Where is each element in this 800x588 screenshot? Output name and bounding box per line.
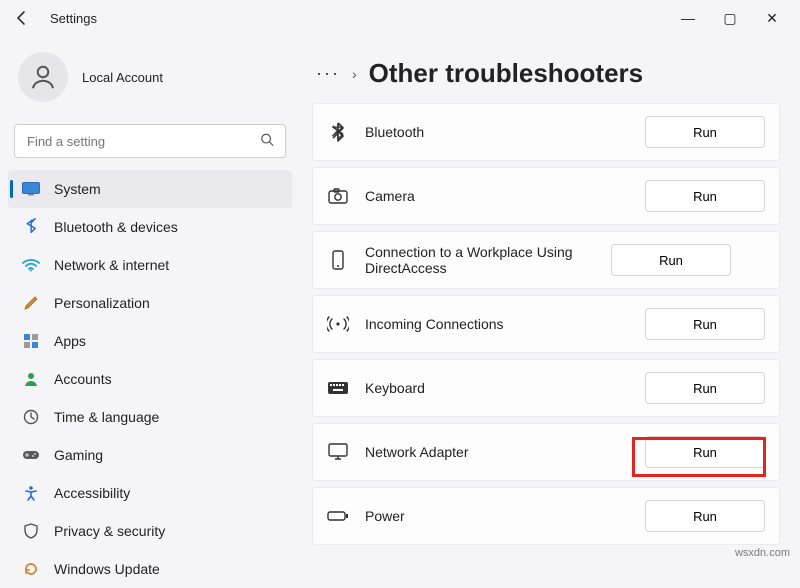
minimize-button[interactable]: — — [678, 10, 698, 27]
run-button[interactable]: Run — [645, 116, 765, 148]
nav-item-system[interactable]: System — [8, 170, 292, 208]
bluetooth-icon — [22, 218, 40, 236]
nav-label: Windows Update — [54, 561, 160, 577]
monitor-icon — [327, 441, 349, 463]
shield-icon — [22, 522, 40, 540]
chevron-right-icon: › — [352, 66, 357, 82]
account-block[interactable]: Local Account — [8, 44, 292, 118]
accounts-icon — [22, 370, 40, 388]
page-header: ··· › Other troubleshooters — [316, 58, 776, 89]
troubleshooter-row-network-adapter: Network Adapter Run — [312, 423, 780, 481]
nav-item-privacy[interactable]: Privacy & security — [8, 512, 292, 550]
sidebar: Local Account System Bluetooth & devices… — [0, 36, 300, 565]
nav-item-personalization[interactable]: Personalization — [8, 284, 292, 322]
brush-icon — [22, 294, 40, 312]
troubleshooter-row-keyboard: Keyboard Run — [312, 359, 780, 417]
search-box — [14, 124, 286, 158]
nav-item-gaming[interactable]: Gaming — [8, 436, 292, 474]
main-pane: ··· › Other troubleshooters Bluetooth Ru… — [300, 36, 800, 565]
window-title: Settings — [50, 11, 97, 26]
run-button[interactable]: Run — [645, 308, 765, 340]
system-icon — [22, 180, 40, 198]
accessibility-icon — [22, 484, 40, 502]
nav-item-network[interactable]: Network & internet — [8, 246, 292, 284]
nav-item-accessibility[interactable]: Accessibility — [8, 474, 292, 512]
nav-item-bluetooth[interactable]: Bluetooth & devices — [8, 208, 292, 246]
row-label: Power — [365, 508, 629, 524]
breadcrumb-overflow-button[interactable]: ··· — [316, 63, 340, 84]
nav-label: Personalization — [54, 295, 150, 311]
back-button[interactable] — [8, 4, 36, 32]
troubleshooter-row-camera: Camera Run — [312, 167, 780, 225]
nav-list: System Bluetooth & devices Network & int… — [8, 170, 292, 588]
close-button[interactable]: ✕ — [762, 10, 782, 27]
apps-icon — [22, 332, 40, 350]
gaming-icon — [22, 446, 40, 464]
troubleshooter-row-bluetooth: Bluetooth Run — [312, 103, 780, 161]
troubleshooter-row-power: Power Run — [312, 487, 780, 545]
row-label: Bluetooth — [365, 124, 629, 140]
nav-item-time[interactable]: Time & language — [8, 398, 292, 436]
person-icon — [28, 62, 58, 92]
nav-label: Privacy & security — [54, 523, 165, 539]
wifi-icon — [22, 256, 40, 274]
nav-item-apps[interactable]: Apps — [8, 322, 292, 360]
nav-item-update[interactable]: Windows Update — [8, 550, 292, 588]
account-name: Local Account — [82, 70, 163, 85]
run-button[interactable]: Run — [645, 500, 765, 532]
watermark: wsxdn.com — [735, 547, 790, 559]
run-button[interactable]: Run — [645, 372, 765, 404]
nav-label: System — [54, 181, 101, 197]
nav-item-accounts[interactable]: Accounts — [8, 360, 292, 398]
nav-label: Accounts — [54, 371, 112, 387]
row-label: Connection to a Workplace Using DirectAc… — [365, 244, 595, 276]
battery-icon — [327, 505, 349, 527]
clock-icon — [22, 408, 40, 426]
title-bar: Settings — ▢ ✕ — [0, 0, 800, 36]
nav-label: Gaming — [54, 447, 103, 463]
arrow-left-icon — [14, 10, 30, 26]
update-icon — [22, 560, 40, 578]
row-label: Keyboard — [365, 380, 629, 396]
window-controls: — ▢ ✕ — [678, 10, 792, 27]
row-label: Network Adapter — [365, 444, 629, 460]
row-label: Camera — [365, 188, 629, 204]
nav-label: Time & language — [54, 409, 159, 425]
troubleshooter-row-workplace: Connection to a Workplace Using DirectAc… — [312, 231, 780, 289]
camera-icon — [327, 185, 349, 207]
search-input[interactable] — [14, 124, 286, 158]
page-title: Other troubleshooters — [369, 58, 643, 89]
row-label: Incoming Connections — [365, 316, 629, 332]
nav-label: Network & internet — [54, 257, 169, 273]
run-button[interactable]: Run — [611, 244, 731, 276]
run-button[interactable]: Run — [645, 180, 765, 212]
signal-icon — [327, 313, 349, 335]
search-icon — [260, 133, 274, 150]
run-button-network-adapter[interactable]: Run — [645, 436, 765, 468]
keyboard-icon — [327, 377, 349, 399]
nav-label: Apps — [54, 333, 86, 349]
troubleshooter-row-incoming: Incoming Connections Run — [312, 295, 780, 353]
phone-icon — [327, 249, 349, 271]
bluetooth-icon — [327, 121, 349, 143]
maximize-button[interactable]: ▢ — [720, 10, 740, 27]
nav-label: Accessibility — [54, 485, 130, 501]
nav-label: Bluetooth & devices — [54, 219, 178, 235]
avatar — [18, 52, 68, 102]
